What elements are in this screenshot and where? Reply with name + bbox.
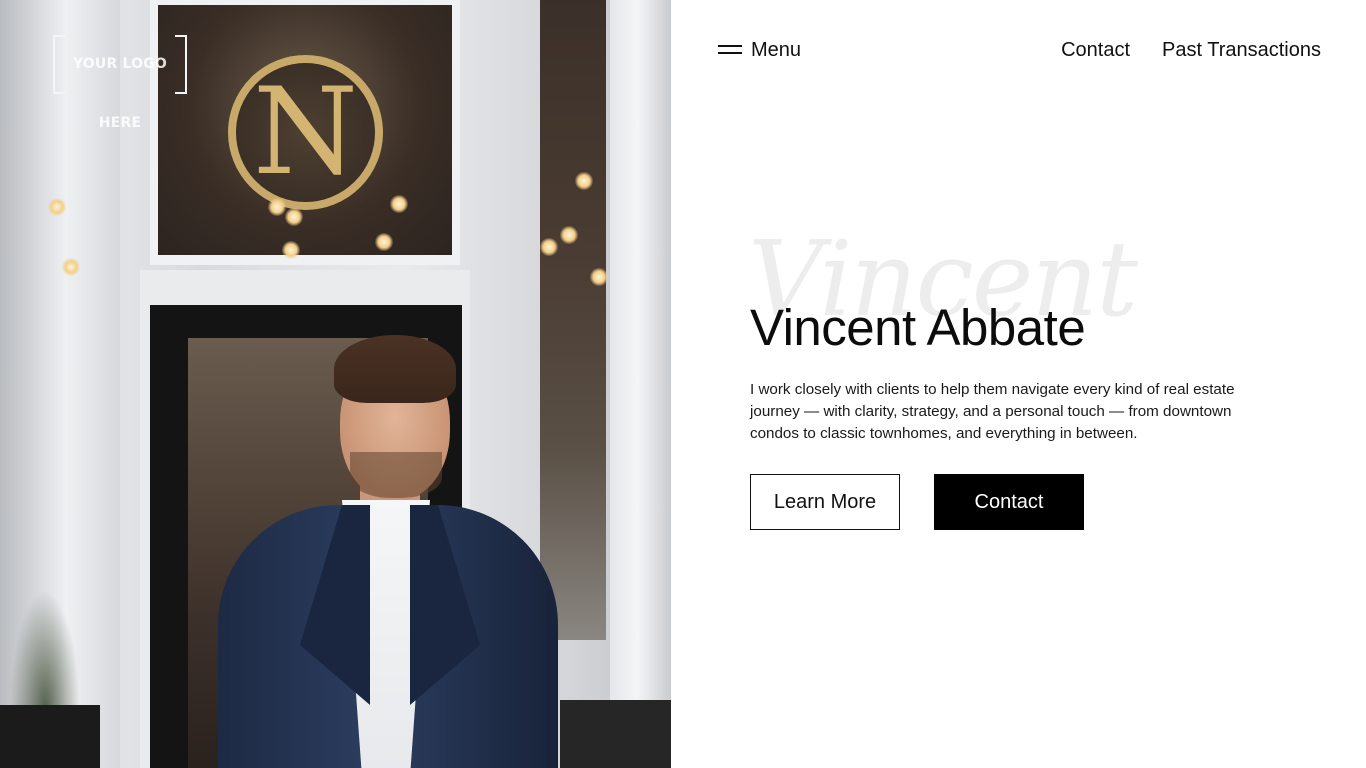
logo-text: YOUR LOGO HERE [72,56,168,131]
photo-light-bulb [590,268,608,286]
hamburger-menu-icon [718,45,742,55]
photo-right-pillar [610,0,671,768]
contact-button[interactable]: Contact [934,474,1084,530]
photo-light-bulb [540,238,558,256]
photo-light-bulb [62,258,80,276]
hero-description: I work closely with clients to help them… [750,381,1235,442]
photo-right-window [540,0,606,640]
photo-light-bulb [575,172,593,190]
nav-link-past-transactions[interactable]: Past Transactions [1162,39,1321,62]
photo-light-bulb [560,226,578,244]
photo-person-beard [350,452,442,498]
top-nav-links: Contact Past Transactions [1029,36,1321,64]
menu-button[interactable]: Menu [718,36,801,64]
photo-plant [10,590,80,710]
photo-light-bulb [390,195,408,213]
photo-person-hair [334,335,456,403]
photo-light-bulb [285,208,303,226]
nav-link-contact[interactable]: Contact [1061,39,1130,62]
site-logo[interactable]: YOUR LOGO HERE [53,35,187,131]
photo-light-bulb [268,198,286,216]
hero-agent-name: Vincent Abbate [750,299,1086,356]
photo-emblem-letter: N [253,63,358,202]
menu-label: Menu [751,38,802,61]
photo-light-bulb [375,233,393,251]
photo-light-bulb [48,198,66,216]
photo-light-bulb [282,241,300,259]
learn-more-button[interactable]: Learn More [750,474,900,530]
photo-planter-right [560,700,671,768]
photo-planter-left [0,705,100,768]
